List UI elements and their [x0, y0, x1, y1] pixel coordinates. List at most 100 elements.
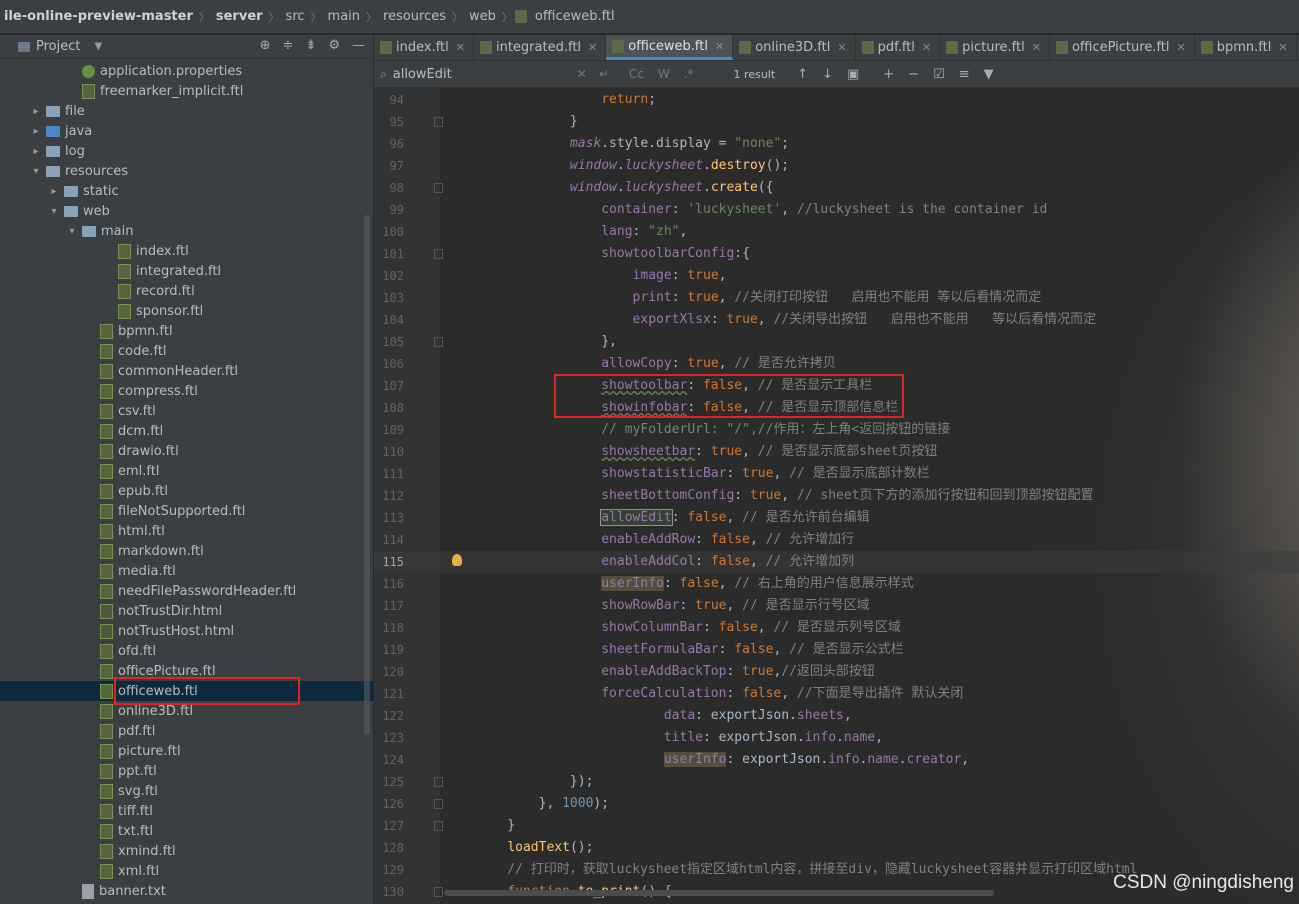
close-icon[interactable]: ✕	[588, 41, 597, 54]
filter-icon[interactable]: ▼	[984, 67, 994, 82]
code-line[interactable]: 127 }	[374, 815, 1299, 837]
lightbulb-icon[interactable]	[452, 554, 462, 566]
code-line[interactable]: 112 sheetBottomConfig: true, // sheet页下方…	[374, 485, 1299, 507]
code-line[interactable]: 104 exportXlsx: true, //关闭导出按钮 启用也不能用 等以…	[374, 309, 1299, 331]
project-panel-header[interactable]: Project ▼ ⊕ ≑ ⇟ ⚙ —	[0, 35, 373, 59]
tree-item[interactable]: txt.ftl	[0, 821, 373, 841]
history-icon[interactable]: ↵	[599, 67, 609, 81]
code-line[interactable]: 118 showColumnBar: false, // 是否显示列号区域	[374, 617, 1299, 639]
remove-occurrence-icon[interactable]: −	[908, 67, 919, 82]
code-line[interactable]: 114 enableAddRow: false, // 允许增加行	[374, 529, 1299, 551]
tree-item[interactable]: media.ftl	[0, 561, 373, 581]
locate-icon[interactable]: ⊕	[260, 38, 271, 53]
chevron-down-icon[interactable]: ▾	[48, 206, 60, 217]
code-line[interactable]: 125 });	[374, 771, 1299, 793]
code-line[interactable]: 113 allowEdit: false, // 是否允许前台编辑	[374, 507, 1299, 529]
tree-item[interactable]: sponsor.ftl	[0, 301, 373, 321]
search-input[interactable]	[392, 66, 573, 82]
code-line[interactable]: 115 enableAddCol: false, // 允许增加列	[374, 551, 1299, 573]
code-line[interactable]: 99 container: 'luckysheet', //luckysheet…	[374, 199, 1299, 221]
chevron-down-icon[interactable]: ▾	[66, 226, 78, 237]
fold-marker-icon[interactable]	[434, 117, 443, 127]
close-icon[interactable]: ✕	[922, 41, 931, 54]
add-occurrence-icon[interactable]: +	[883, 67, 894, 82]
tree-item[interactable]: banner.txt	[0, 881, 373, 901]
close-icon[interactable]: ✕	[456, 41, 465, 54]
code-line[interactable]: 128 loadText();	[374, 837, 1299, 859]
tree-item[interactable]: ▾ web	[0, 201, 373, 221]
tree-item[interactable]: picture.ftl	[0, 741, 373, 761]
fold-marker-icon[interactable]	[434, 799, 443, 809]
tree-item[interactable]: xmind.ftl	[0, 841, 373, 861]
tree-item[interactable]: svg.ftl	[0, 781, 373, 801]
minimize-icon[interactable]: —	[352, 38, 365, 53]
code-line[interactable]: 122 data: exportJson.sheets,	[374, 705, 1299, 727]
tree-item[interactable]: fileNotSupported.ftl	[0, 501, 373, 521]
code-line[interactable]: 119 sheetFormulaBar: false, // 是否显示公式栏	[374, 639, 1299, 661]
code-line[interactable]: 116 userInfo: false, // 右上角的用户信息展示样式	[374, 573, 1299, 595]
breadcrumb-item[interactable]: officeweb.ftl	[531, 9, 619, 24]
breadcrumb-item[interactable]: ile-online-preview-master	[0, 9, 197, 24]
code-line[interactable]: 95 }	[374, 111, 1299, 133]
chevron-right-icon[interactable]: ▸	[30, 146, 42, 157]
code-line[interactable]: 124 userInfo: exportJson.info.name.creat…	[374, 749, 1299, 771]
tree-item[interactable]: application.properties	[0, 61, 373, 81]
breadcrumb-item[interactable]: src	[282, 9, 309, 24]
code-line[interactable]: 111 showstatisticBar: true, // 是否显示底部计数栏	[374, 463, 1299, 485]
editor-tab[interactable]: pdf.ftl ✕	[856, 35, 941, 60]
arrow-up-icon[interactable]: ↑	[797, 67, 808, 82]
fold-marker-icon[interactable]	[434, 183, 443, 193]
tree-item[interactable]: drawio.ftl	[0, 441, 373, 461]
editor-tab[interactable]: online3D.ftl ✕	[733, 35, 856, 60]
code-line[interactable]: 96 mask.style.display = "none";	[374, 133, 1299, 155]
tree-item[interactable]: pdf.ftl	[0, 721, 373, 741]
code-line[interactable]: 121 forceCalculation: false, //下面是导出插件 默…	[374, 683, 1299, 705]
breadcrumb-item[interactable]: web	[465, 9, 500, 24]
close-icon[interactable]: ✕	[715, 40, 724, 53]
chevron-down-icon[interactable]: ▼	[94, 41, 102, 52]
fold-marker-icon[interactable]	[434, 821, 443, 831]
tree-item[interactable]: eml.ftl	[0, 461, 373, 481]
tree-item[interactable]: bpmn.ftl	[0, 321, 373, 341]
tree-item[interactable]: markdown.ftl	[0, 541, 373, 561]
close-icon[interactable]: ✕	[837, 41, 846, 54]
whole-word-toggle[interactable]: W	[658, 67, 670, 81]
code-line[interactable]: 117 showRowBar: true, // 是否显示行号区域	[374, 595, 1299, 617]
code-line[interactable]: 105 },	[374, 331, 1299, 353]
select-all-occurrences-icon[interactable]: ☑	[933, 67, 945, 82]
tree-item[interactable]: compress.ftl	[0, 381, 373, 401]
tree-item[interactable]: tiff.ftl	[0, 801, 373, 821]
project-title[interactable]: Project	[36, 39, 80, 54]
editor-tab[interactable]: officePicture.ftl ✕	[1050, 35, 1195, 60]
tree-item[interactable]: epub.ftl	[0, 481, 373, 501]
search-icon[interactable]: ⌕	[380, 67, 387, 82]
tree-item[interactable]: notTrustDir.html	[0, 601, 373, 621]
tree-item[interactable]: ▸ java	[0, 121, 373, 141]
chevron-right-icon[interactable]: ▸	[30, 126, 42, 137]
code-line[interactable]: 97 window.luckysheet.destroy();	[374, 155, 1299, 177]
code-line[interactable]: 126 }, 1000);	[374, 793, 1299, 815]
match-case-toggle[interactable]: Cc	[629, 67, 644, 81]
tree-item[interactable]: commonHeader.ftl	[0, 361, 373, 381]
tree-item[interactable]: needFilePasswordHeader.ftl	[0, 581, 373, 601]
arrow-down-icon[interactable]: ↓	[822, 67, 833, 82]
tree-item[interactable]: ppt.ftl	[0, 761, 373, 781]
expand-all-icon[interactable]: ≑	[283, 38, 294, 53]
code-line[interactable]: 94 return;	[374, 89, 1299, 111]
tree-item[interactable]: index.ftl	[0, 241, 373, 261]
code-line[interactable]: 100 lang: "zh",	[374, 221, 1299, 243]
fold-marker-icon[interactable]	[434, 777, 443, 787]
fold-marker-icon[interactable]	[434, 887, 443, 897]
code-editor[interactable]: 94 return; 95 } 96 mask.style.display = "n…	[374, 88, 1299, 904]
editor-tab[interactable]: picture.ftl ✕	[940, 35, 1050, 60]
chevron-down-icon[interactable]: ▾	[30, 166, 42, 177]
tree-item[interactable]: code.ftl	[0, 341, 373, 361]
editor-tab[interactable]: bpmn.ftl ✕	[1195, 35, 1297, 60]
tree-item[interactable]: freemarker_implicit.ftl	[0, 81, 373, 101]
tree-item[interactable]: ▸ static	[0, 181, 373, 201]
tree-item[interactable]: xml.ftl	[0, 861, 373, 881]
code-line[interactable]: 120 enableAddBackTop: true,//返回头部按钮	[374, 661, 1299, 683]
fold-marker-icon[interactable]	[434, 337, 443, 347]
breadcrumb-item[interactable]: server	[212, 9, 267, 24]
close-icon[interactable]: ✕	[1177, 41, 1186, 54]
